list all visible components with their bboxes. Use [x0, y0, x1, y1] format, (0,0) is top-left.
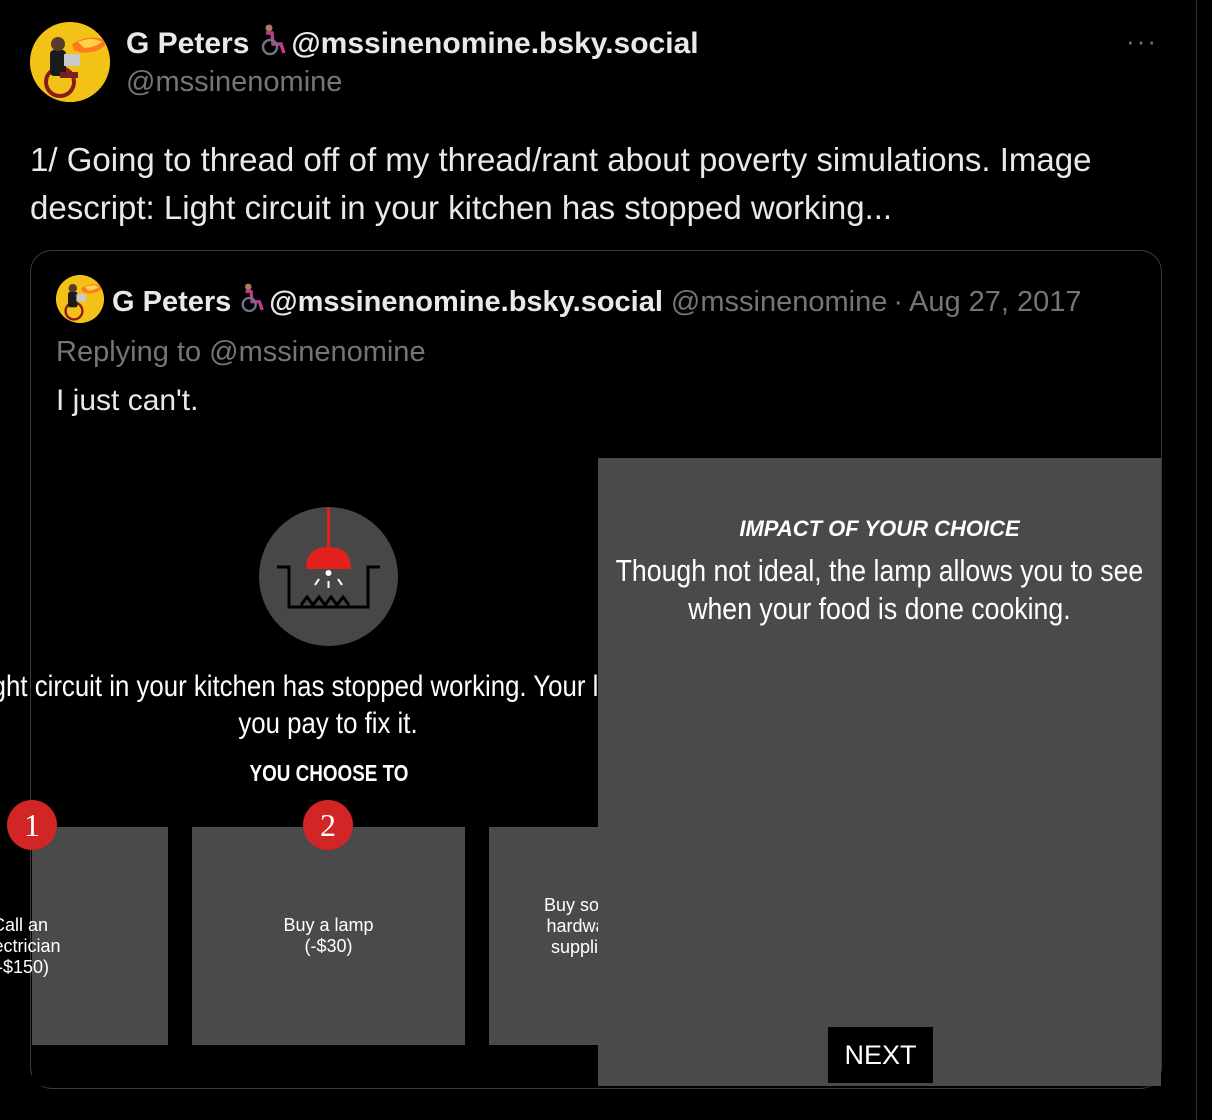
option-1-label-line2: (-$150)	[0, 957, 50, 977]
author-display-suffix: @mssinenomine.bsky.social	[291, 27, 699, 60]
impact-body: Though not ideal, the lamp allows you to…	[603, 552, 1156, 628]
quoted-display-suffix: @mssinenomine.bsky.social	[269, 285, 663, 318]
replying-to: Replying to @mssinenomine	[56, 336, 426, 369]
avatar-image-icon	[30, 22, 110, 102]
impact-title: IMPACT OF YOUR CHOICE	[739, 516, 1020, 541]
option-2-label: Buy a lamp (-$30)	[192, 915, 465, 957]
more-options-icon[interactable]: ···	[1126, 26, 1158, 57]
author-name[interactable]: G Peters	[126, 27, 249, 61]
option-2-label-line1: Buy a lamp	[283, 915, 374, 935]
wheelchair-icon	[239, 283, 265, 321]
avatar-image-icon	[56, 275, 104, 323]
option-2-label-line2: (-$30)	[304, 936, 353, 956]
tweet-text: 1/ Going to thread off of my thread/rant…	[30, 141, 1092, 226]
impact-line-1: Though not ideal, the lamp allows you to…	[615, 553, 1144, 588]
author-avatar[interactable]	[30, 22, 110, 102]
option-1-label-line1: Call an electrician	[0, 915, 61, 956]
timeline-divider	[1196, 0, 1197, 1120]
author-name-row[interactable]: G Peters @mssinenomine.bsky.social	[126, 24, 699, 64]
option-card-2[interactable]: Buy a lamp (-$30)	[192, 827, 465, 1045]
wheelchair-icon	[259, 24, 287, 64]
kitchen-light-icon	[259, 507, 398, 646]
you-choose-heading: YOU CHOOSE TO	[249, 760, 409, 786]
impact-line-2: when your food is done cooking.	[688, 591, 1071, 626]
option-badge-1: 1	[7, 800, 57, 850]
quoted-author-avatar[interactable]	[56, 275, 104, 323]
quoted-text: I just can't.	[56, 384, 199, 417]
option-card-1[interactable]: Call an electrician (-$150)	[0, 827, 168, 1045]
replying-prefix: Replying to	[56, 336, 202, 368]
impact-panel: IMPACT OF YOUR CHOICE Though not ideal, …	[598, 458, 1161, 1086]
replying-handle[interactable]: @mssinenomine	[209, 336, 425, 368]
quoted-handle: @mssinenomine	[670, 285, 888, 318]
quoted-date[interactable]: Aug 27, 2017	[909, 286, 1082, 319]
option-badge-2: 2	[303, 800, 353, 850]
author-handle[interactable]: @mssinenomine	[126, 66, 342, 99]
option-1-label: Call an electrician (-$150)	[0, 915, 88, 978]
quoted-header: G Peters @mssinenomine.bsky.social @mssi…	[112, 283, 1082, 321]
next-button[interactable]: NEXT	[828, 1027, 933, 1083]
option-card-3[interactable]: Buy some hardware supplies	[489, 827, 624, 1045]
quoted-author-name: G Peters	[112, 285, 232, 318]
meta-separator: ·	[893, 285, 904, 318]
